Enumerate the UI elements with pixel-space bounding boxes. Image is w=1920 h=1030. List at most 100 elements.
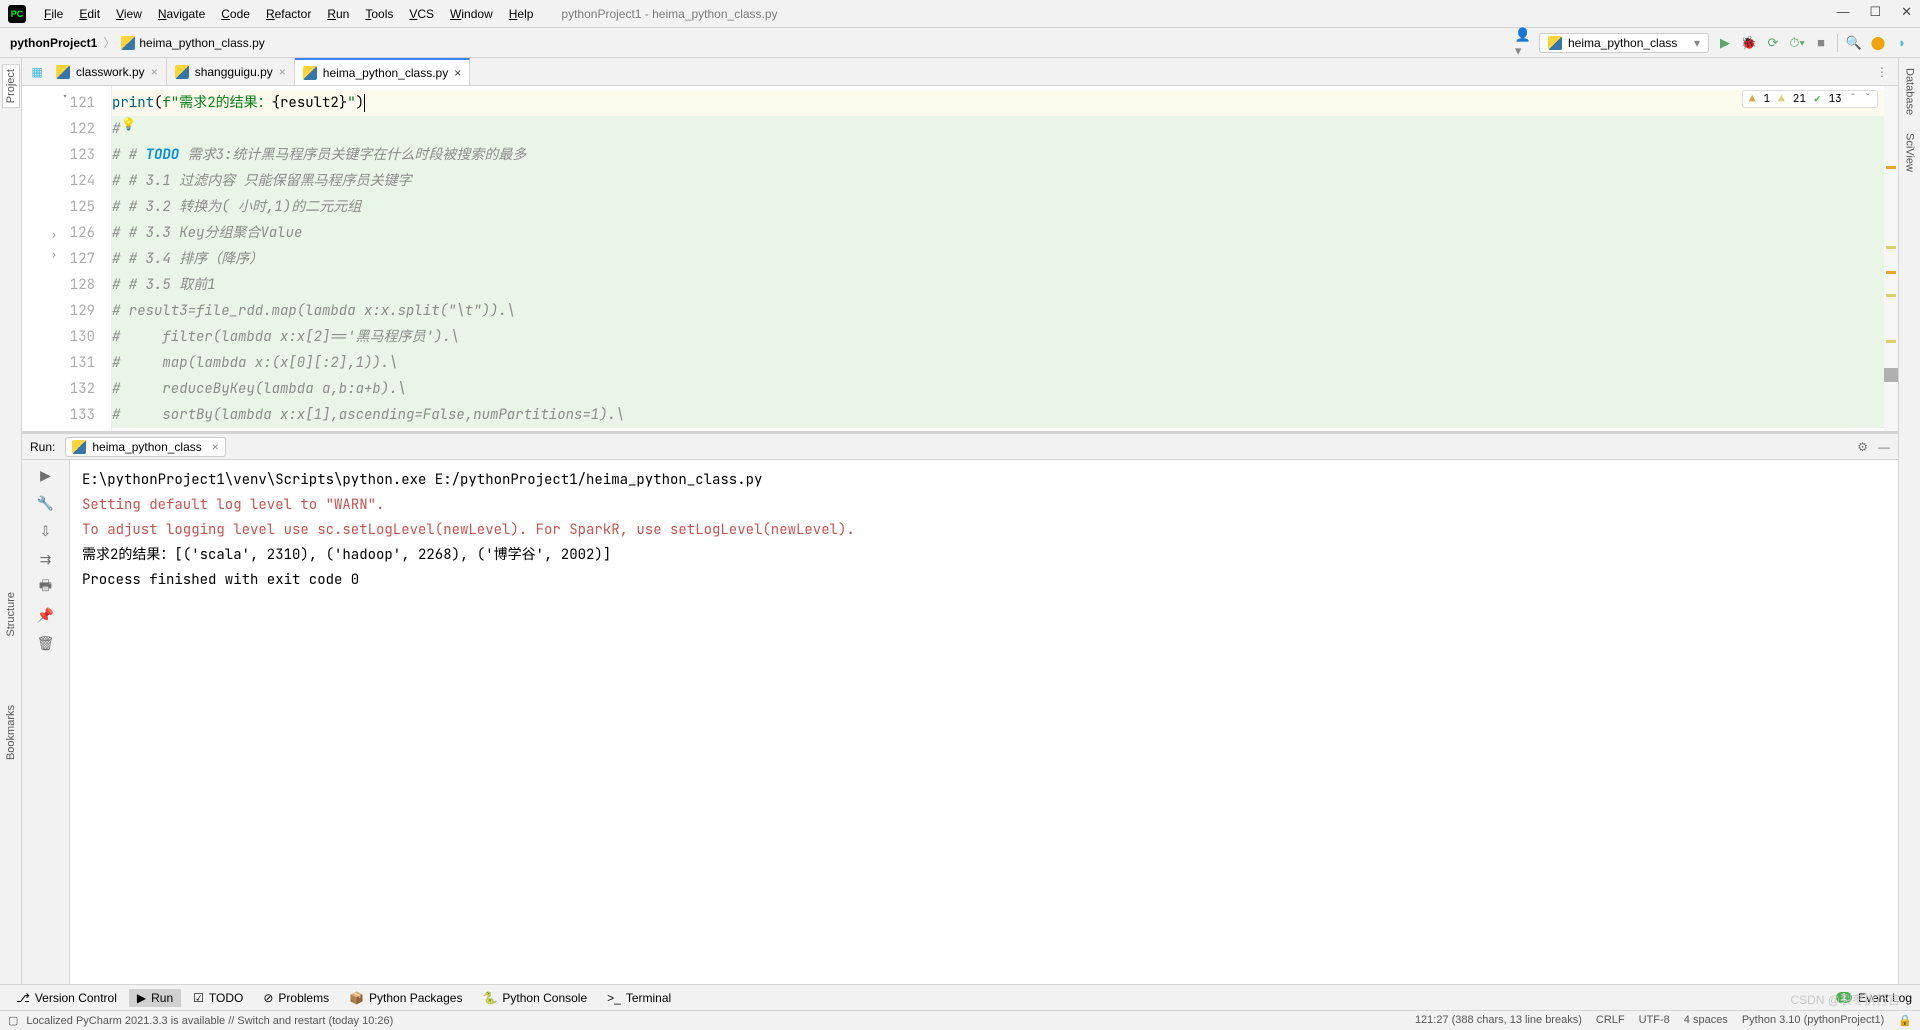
fold-arrow[interactable]: › [51, 228, 57, 241]
sidebar-tab-database[interactable]: Database [1902, 64, 1918, 119]
close-icon[interactable]: × [279, 65, 286, 79]
menu-window[interactable]: Window [442, 7, 501, 21]
minimize-button[interactable]: — [1836, 4, 1849, 20]
code-area[interactable]: 💡 ▲1 ▲21 ✔13 ˆˇ print(f"需求2的结果：{result2}… [112, 86, 1884, 431]
event-log-button[interactable]: Event Log [1858, 991, 1912, 1005]
code-line[interactable]: # filter(lambda x:x[2]=='黑马程序员').\ [112, 324, 1884, 350]
status-position[interactable]: 121:27 (388 chars, 13 line breaks) [1415, 1014, 1582, 1027]
stop-button[interactable]: ■ [1813, 35, 1829, 51]
menu-file[interactable]: File [36, 7, 71, 21]
status-tool-icon[interactable]: ▢ [8, 1014, 18, 1027]
run-button[interactable]: ▶ [1717, 35, 1733, 51]
run-config-label: heima_python_class [1568, 36, 1677, 50]
code-line[interactable]: # # 3.4 排序（降序） [112, 246, 1884, 272]
run-tab[interactable]: heima_python_class× [65, 437, 225, 457]
code-line[interactable]: # reduceByKey(lambda a,b:a+b).\ [112, 376, 1884, 402]
menu-help[interactable]: Help [501, 7, 542, 21]
stop-button[interactable]: 🔧 [37, 494, 55, 512]
close-button[interactable]: ✕ [1901, 4, 1912, 20]
bottom-tab-version-control[interactable]: ⎇Version Control [8, 989, 125, 1007]
status-sdk[interactable]: Python 3.10 (pythonProject1) [1742, 1014, 1884, 1027]
hide-icon[interactable]: — [1878, 440, 1890, 454]
menu-tools[interactable]: Tools [357, 7, 401, 21]
status-encoding[interactable]: UTF-8 [1639, 1014, 1670, 1027]
code-line[interactable]: # # 3.5 取前1 [112, 272, 1884, 298]
bottom-tab-python-packages[interactable]: 📦Python Packages [341, 989, 470, 1007]
intention-bulb-icon[interactable]: 💡 [121, 116, 136, 132]
editor-tab[interactable]: heima_python_class.py× [295, 58, 470, 85]
search-icon[interactable]: 🔍 [1846, 35, 1862, 51]
code-line[interactable]: # # 3.1 过滤内容 只能保留黑马程序员关键字 [112, 168, 1884, 194]
bottom-tab-python-console[interactable]: 🐍Python Console [474, 989, 595, 1007]
tabs-more-button[interactable]: ⋮ [1866, 58, 1898, 85]
bottom-tab-todo[interactable]: ☑TODO [185, 989, 251, 1007]
delete-button[interactable]: 🗑 [37, 634, 55, 652]
sidebar-tab-bookmarks[interactable]: Bookmarks [3, 701, 19, 764]
fold-indicator[interactable]: ▾ [62, 90, 68, 103]
menu-view[interactable]: View [108, 7, 150, 21]
bottom-tabs-list: ⎇Version Control▶Run☑TODO⊘Problems📦Pytho… [8, 989, 679, 1007]
bottom-tab-terminal[interactable]: >_Terminal [599, 989, 679, 1007]
settings-icon[interactable]: ⚙ [1857, 440, 1868, 454]
code-line[interactable]: # result3=file_rdd.map(lambda x:x.split(… [112, 298, 1884, 324]
sidebar-tab-sciview[interactable]: SciView [1902, 129, 1918, 176]
lock-icon[interactable]: 🔒 [1898, 1014, 1912, 1027]
menu-navigate[interactable]: Navigate [150, 7, 213, 21]
close-icon[interactable]: × [151, 65, 158, 79]
menu-run[interactable]: Run [319, 7, 357, 21]
console-output[interactable]: E:\pythonProject1\venv\Scripts\python.ex… [70, 460, 1898, 984]
menu-refactor[interactable]: Refactor [258, 7, 319, 21]
code-with-me-icon[interactable]: ◗ [1894, 35, 1910, 51]
breadcrumb-project[interactable]: pythonProject1 [10, 36, 97, 50]
code-line[interactable]: # map(lambda x:(x[0][:2],1)).\ [112, 350, 1884, 376]
menu-vcs[interactable]: VCS [401, 7, 442, 21]
code-line[interactable]: # # TODO 需求3:统计黑马程序员关键字在什么时段被搜索的最多 [112, 142, 1884, 168]
rerun-button[interactable]: ▶ [37, 466, 55, 484]
code-line[interactable]: # sortBy(lambda x:x[1],ascending=False,n… [112, 402, 1884, 428]
add-user-icon[interactable]: 👤▾ [1515, 35, 1531, 51]
editor-tab[interactable]: shangguigu.py× [167, 58, 295, 85]
soft-wrap-button[interactable]: 🖶 [37, 578, 55, 596]
tab-label: Problems [278, 991, 329, 1005]
sidebar-tab-structure[interactable]: Structure [3, 588, 19, 641]
coverage-button[interactable]: ⟳ [1765, 35, 1781, 51]
inspection-widget[interactable]: ▲1 ▲21 ✔13 ˆˇ [1742, 90, 1878, 108]
status-message[interactable]: Localized PyCharm 2021.3.3 is available … [26, 1015, 393, 1027]
toolbar-right: 👤▾ heima_python_class▾ ▶ 🐞 ⟳ ⏱▾ ■ 🔍 ⬤ ◗ [1515, 33, 1910, 53]
debug-button[interactable]: 🐞 [1741, 35, 1757, 51]
python-icon [56, 65, 70, 79]
breadcrumb-file[interactable]: heima_python_class.py [121, 36, 264, 50]
down-button[interactable]: ⇩ [37, 522, 55, 540]
bottom-tab-problems[interactable]: ⊘Problems [255, 989, 337, 1007]
fold-arrow[interactable]: › [51, 248, 57, 261]
pin-button[interactable]: 📌 [37, 606, 55, 624]
run-toolbar: ▶ 🔧 ⇩ ⇉ 🖶 📌 🗑 [22, 460, 70, 984]
python-icon [303, 66, 317, 80]
editor[interactable]: ▾ › › 1211221231241251261271281291301311… [22, 86, 1898, 431]
python-icon [72, 440, 86, 454]
maximize-button[interactable]: ☐ [1869, 4, 1881, 20]
bottom-tab-run[interactable]: ▶Run [129, 989, 181, 1007]
menu-edit[interactable]: Edit [71, 7, 108, 21]
marker-strip[interactable] [1884, 86, 1898, 431]
code-line[interactable]: # # 3.3 Key分组聚合Value [112, 220, 1884, 246]
status-eol[interactable]: CRLF [1596, 1014, 1625, 1027]
editor-tab[interactable]: classwork.py× [48, 58, 167, 85]
ide-updates-icon[interactable]: ⬤ [1870, 35, 1886, 51]
layout-button[interactable]: ⇉ [37, 550, 55, 568]
code-line[interactable]: # # 3.2 转换为( 小时,1)的二元元组 [112, 194, 1884, 220]
code-line[interactable]: # [112, 116, 1884, 142]
profile-button[interactable]: ⏱▾ [1789, 35, 1805, 51]
inspection-warning-count: 21 [1793, 92, 1806, 106]
code-line[interactable]: print(f"需求2的结果：{result2}") [112, 90, 1884, 116]
menu-code[interactable]: Code [213, 7, 258, 21]
close-icon[interactable]: × [454, 66, 461, 80]
tab-label: Run [151, 991, 173, 1005]
sidebar-tab-project[interactable]: Project [2, 64, 20, 108]
project-view-icon[interactable]: ▦ [26, 58, 48, 85]
console-line: To adjust logging level use sc.setLogLev… [82, 518, 1886, 543]
status-indent[interactable]: 4 spaces [1684, 1014, 1728, 1027]
run-config-selector[interactable]: heima_python_class▾ [1539, 33, 1709, 53]
breadcrumb-file-label: heima_python_class.py [139, 36, 264, 50]
close-icon[interactable]: × [212, 440, 219, 454]
